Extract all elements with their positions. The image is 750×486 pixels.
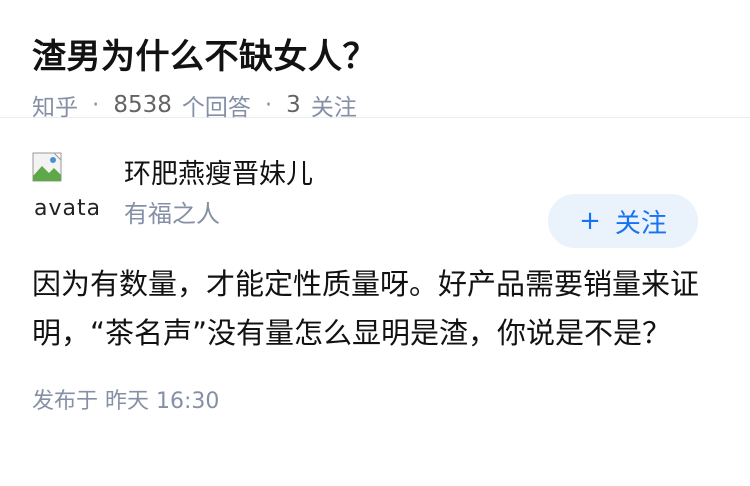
answer-text: 因为有数量，才能定性质量呀。好产品需要销量来证明，“茶名声”没有量怎么显明是渣，… [32,267,700,350]
source-label[interactable]: 知乎 [32,88,78,122]
follow-count-label: 关注 [310,95,357,121]
author-bio: 有福之人 [124,200,220,228]
publish-time: 发布于 昨天 16:30 [32,389,220,414]
question-header: 渣男为什么不缺女人？ 知乎 · 8538 个回答 · 3 关注 [0,0,750,121]
follow-button[interactable]: + 关注 [548,194,698,248]
answer-count-label: 个回答 [181,95,251,121]
separator-dot: · [264,92,273,118]
answer-count: 8538 [113,92,172,118]
plus-icon: + [579,206,601,236]
follow-button-label: 关注 [614,208,667,239]
follow-count: 3 [286,92,301,118]
separator-dot: · [92,92,100,118]
avatar[interactable]: avatar [32,152,98,218]
avatar-alt-text: avatar [34,196,98,218]
broken-image-icon [32,152,62,182]
author-name[interactable]: 环肥燕瘦晋妹儿 [124,152,313,191]
question-title[interactable]: 渣男为什么不缺女人？ [32,34,718,80]
